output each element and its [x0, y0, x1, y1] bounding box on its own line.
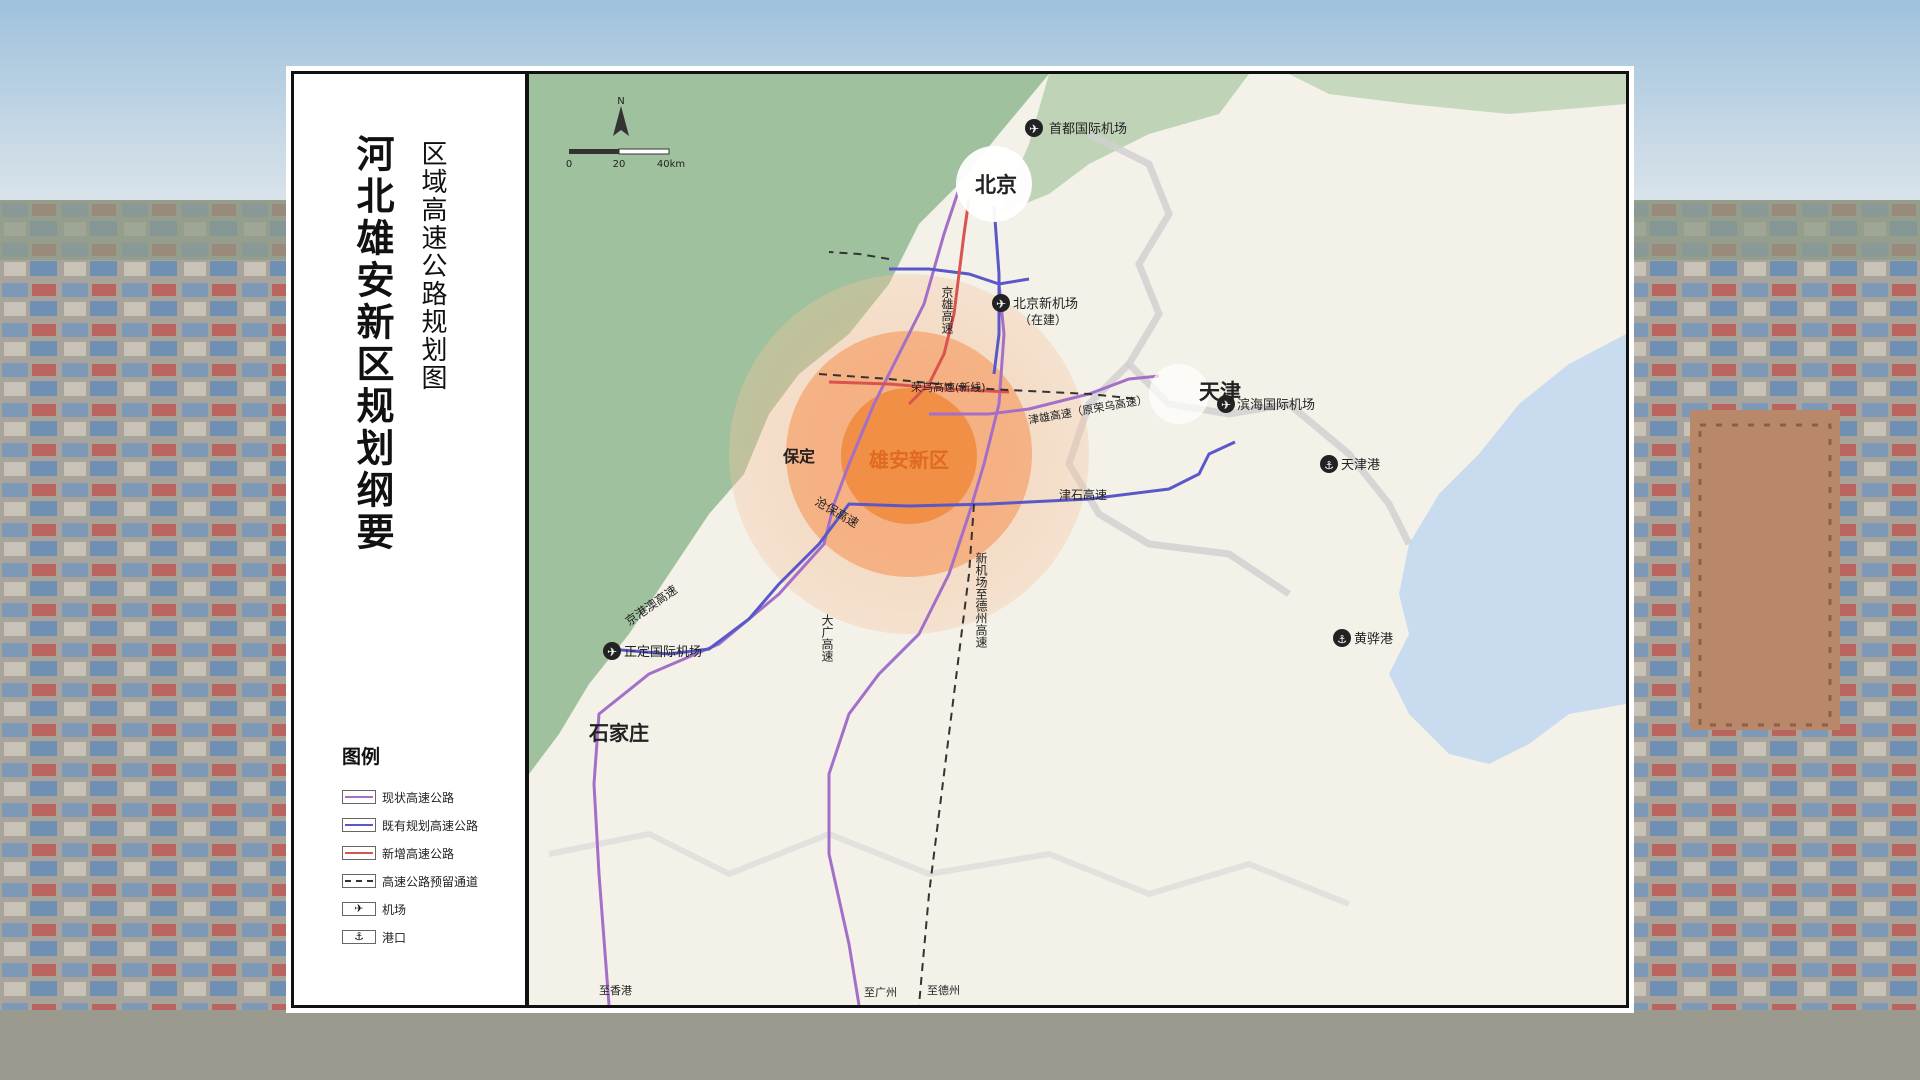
- port-tianjin[interactable]: ⚓ 天津港: [1320, 455, 1380, 473]
- new-road-swatch: [342, 846, 376, 860]
- map-area[interactable]: N 0 20 40km 北京 天津 保定 石家庄 雄安新区 ✈ 首都国际机场 ✈…: [526, 71, 1629, 1008]
- airport-label: 北京新机场: [1013, 296, 1078, 312]
- port-label: 天津港: [1341, 458, 1380, 473]
- exit-guangzhou: 至广州: [864, 986, 897, 999]
- legend-label: 现状高速公路: [382, 790, 455, 805]
- road-label-rongwu: 荣乌高速(新线): [911, 380, 986, 394]
- road-label-daguang: 大广高速: [820, 614, 834, 662]
- road-label-jinshi: 津石高速: [1059, 487, 1107, 502]
- legend-item: 现状高速公路: [342, 783, 478, 811]
- airport-binhai[interactable]: ✈ 滨海国际机场: [1217, 395, 1315, 413]
- north-label: N: [617, 96, 624, 107]
- legend-label: 高速公路预留通道: [382, 874, 479, 889]
- planned-road-swatch: [342, 818, 376, 832]
- city-baoding[interactable]: 保定: [782, 447, 815, 466]
- airport-icon: ✈: [1221, 398, 1231, 412]
- legend-title: 图例: [342, 746, 381, 768]
- legend-label: 既有规划高速公路: [382, 818, 479, 833]
- legend-label: 新增高速公路: [382, 846, 455, 861]
- scale-tick: 0: [566, 159, 572, 170]
- map-title: 河北雄安新区规划纲要: [350, 134, 394, 554]
- airport-icon: ✈: [607, 645, 617, 659]
- road-label-jingxiong: 京雄高速: [940, 286, 954, 334]
- airport-icon: ✈: [1029, 122, 1039, 136]
- scale-tick: 20: [613, 159, 626, 170]
- legend: 图例 现状高速公路 既有规划高速公路 新增高速公路 高速公路预留通道 ✈ 机场 …: [342, 742, 478, 951]
- airport-zhengding[interactable]: ✈ 正定国际机场: [603, 642, 702, 660]
- city-beijing[interactable]: 北京: [975, 173, 1017, 197]
- existing-road-swatch: [342, 790, 376, 804]
- airport-icon: ✈: [996, 297, 1006, 311]
- airport-label: 正定国际机场: [624, 645, 702, 660]
- legend-label: 机场: [382, 902, 407, 917]
- legend-item: 高速公路预留通道: [342, 867, 478, 895]
- xiongan-label[interactable]: 雄安新区: [868, 448, 949, 472]
- legend-item: ⚓ 港口: [342, 923, 478, 951]
- airport-label: 首都国际机场: [1049, 122, 1127, 137]
- airport-icon: ✈: [342, 902, 376, 916]
- port-label: 黄骅港: [1354, 632, 1393, 647]
- airport-capital[interactable]: ✈ 首都国际机场: [1025, 119, 1127, 137]
- reserved-corridor-swatch: [342, 874, 376, 888]
- port-icon: ⚓: [1337, 633, 1347, 646]
- title-panel: 河北雄安新区规划纲要 区域高速公路规划图 图例 现状高速公路 既有规划高速公路 …: [291, 71, 528, 1008]
- port-icon: ⚓: [1324, 459, 1334, 472]
- airport-note: （在建）: [1019, 313, 1067, 327]
- road-label-xjc: 新机场至德州高速: [974, 551, 988, 648]
- legend-item: 新增高速公路: [342, 839, 478, 867]
- legend-item: ✈ 机场: [342, 895, 478, 923]
- port-huanghua[interactable]: ⚓ 黄骅港: [1333, 629, 1393, 647]
- airport-label: 滨海国际机场: [1237, 397, 1315, 413]
- exit-hongkong: 至香港: [599, 984, 632, 997]
- exit-dezhou: 至德州: [927, 983, 960, 997]
- legend-item: 既有规划高速公路: [342, 811, 478, 839]
- scale-tick: 40km: [657, 159, 685, 170]
- map-subtitle: 区域高速公路规划图: [417, 140, 447, 392]
- port-icon: ⚓: [342, 930, 376, 944]
- legend-label: 港口: [382, 930, 407, 945]
- city-shijiazhuang[interactable]: 石家庄: [588, 721, 649, 745]
- highway-map[interactable]: N 0 20 40km 北京 天津 保定 石家庄 雄安新区 ✈ 首都国际机场 ✈…: [529, 74, 1626, 1005]
